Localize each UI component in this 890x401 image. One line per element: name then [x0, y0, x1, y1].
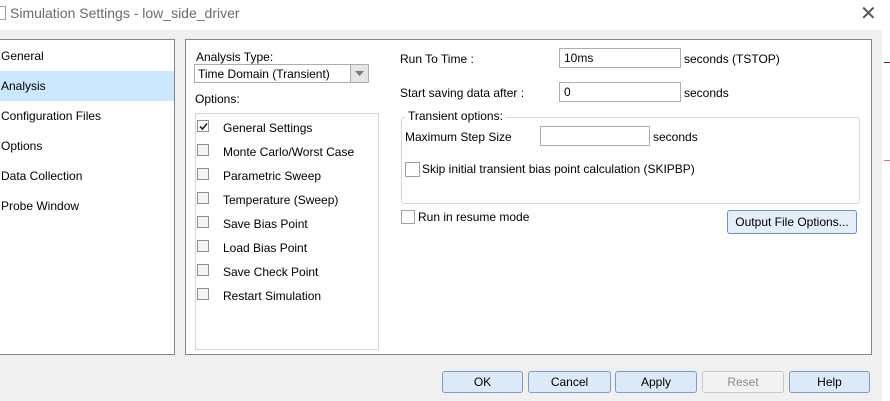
help-button[interactable]: Help [789, 371, 870, 393]
resume-mode-checkbox[interactable] [401, 210, 415, 224]
window-title: Simulation Settings - low_side_driver [10, 5, 240, 21]
transient-options-label: Transient options: [405, 109, 506, 123]
run-to-time-unit: seconds (TSTOP) [684, 52, 780, 66]
checkmark-icon [199, 122, 208, 131]
option-checkbox-restart-simulation[interactable] [197, 288, 209, 300]
option-label-save-bias-point[interactable]: Save Bias Point [223, 217, 308, 231]
option-checkbox-save-check-point[interactable] [197, 264, 209, 276]
max-step-label: Maximum Step Size [405, 130, 512, 144]
option-label-general-settings[interactable]: General Settings [223, 121, 312, 135]
background-window-edge [882, 30, 890, 401]
skip-bias-label[interactable]: Skip initial transient bias point calcul… [422, 162, 695, 176]
analysis-type-label: Analysis Type: [196, 50, 274, 64]
start-saving-input[interactable]: 0 [559, 82, 681, 102]
skip-bias-checkbox[interactable] [405, 162, 420, 177]
start-saving-unit: seconds [684, 86, 729, 100]
cancel-button[interactable]: Cancel [528, 371, 611, 393]
max-step-input[interactable] [540, 126, 650, 146]
run-to-time-input[interactable]: 10ms [559, 48, 681, 68]
output-file-options-button[interactable]: Output File Options... [727, 210, 857, 234]
option-checkbox-load-bias-point[interactable] [197, 240, 209, 252]
option-checkbox-save-bias-point[interactable] [197, 216, 209, 228]
options-label: Options: [195, 92, 240, 106]
close-icon[interactable]: ✕ [860, 1, 877, 26]
nav-item-analysis[interactable]: Analysis [0, 71, 174, 101]
title-bar: Simulation Settings - low_side_driver ✕ [0, 0, 890, 30]
option-checkbox-parametric-sweep[interactable] [197, 168, 209, 180]
reset-button[interactable]: Reset [702, 371, 784, 393]
option-checkbox-general-settings[interactable] [197, 120, 209, 132]
option-label-save-check-point[interactable]: Save Check Point [223, 265, 318, 279]
option-checkbox-temperature-sweep[interactable] [197, 192, 209, 204]
option-label-monte-carlo[interactable]: Monte Carlo/Worst Case [223, 145, 354, 159]
nav-item-data-collection[interactable]: Data Collection [0, 161, 174, 191]
option-label-restart-simulation[interactable]: Restart Simulation [223, 289, 321, 303]
apply-button[interactable]: Apply [615, 371, 697, 393]
nav-item-general[interactable]: General [0, 41, 174, 71]
start-saving-label: Start saving data after : [400, 86, 525, 100]
ok-button[interactable]: OK [442, 371, 523, 393]
edge-line [884, 62, 890, 63]
edge-line [884, 160, 890, 161]
resume-mode-label[interactable]: Run in resume mode [418, 210, 529, 224]
option-label-load-bias-point[interactable]: Load Bias Point [223, 241, 307, 255]
settings-nav: General Analysis Configuration Files Opt… [0, 39, 175, 355]
chevron-down-icon[interactable] [350, 65, 368, 82]
max-step-unit: seconds [653, 130, 698, 144]
option-label-parametric-sweep[interactable]: Parametric Sweep [223, 169, 321, 183]
app-icon [0, 6, 6, 20]
run-to-time-label: Run To Time : [400, 52, 474, 66]
nav-item-options[interactable]: Options [0, 131, 174, 161]
option-checkbox-monte-carlo[interactable] [197, 144, 209, 156]
option-label-temperature-sweep[interactable]: Temperature (Sweep) [223, 193, 338, 207]
analysis-type-value: Time Domain (Transient) [198, 67, 330, 81]
analysis-type-select[interactable]: Time Domain (Transient) [194, 64, 369, 83]
nav-item-configuration-files[interactable]: Configuration Files [0, 101, 174, 131]
nav-item-probe-window[interactable]: Probe Window [0, 191, 174, 221]
